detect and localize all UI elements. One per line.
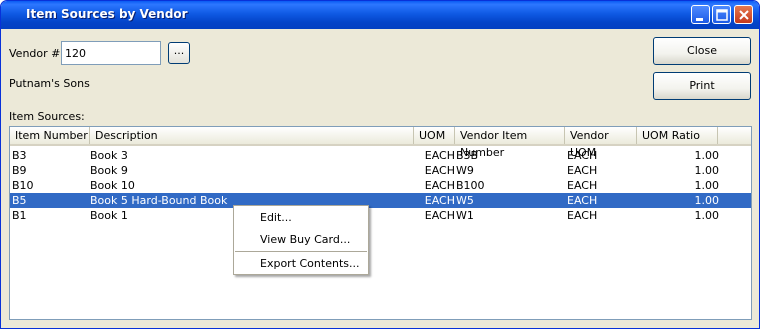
cell-uom-ratio: 1.00	[694, 164, 720, 177]
column-header-description[interactable]: Description	[90, 127, 414, 144]
cell-uom: EACH	[424, 179, 455, 192]
cell-uom: EACH	[424, 194, 455, 207]
cell-uom: EACH	[424, 164, 455, 177]
minimize-button[interactable]	[691, 5, 710, 24]
column-header-uom[interactable]: UOM	[414, 127, 455, 144]
cell-description: Book 10	[90, 179, 135, 192]
menu-separator	[235, 251, 367, 252]
close-button[interactable]: Close	[653, 37, 751, 65]
cell-description: Book 3	[90, 149, 128, 162]
table-row[interactable]: B9 Book 9 EACH W9 EACH 1.00	[10, 163, 751, 178]
table-row[interactable]: B10 Book 10 EACH B100 EACH 1.00	[10, 178, 751, 193]
cell-uom-ratio: 1.00	[694, 149, 720, 162]
cell-uom-ratio: 1.00	[694, 194, 720, 207]
cell-vendor-uom: EACH	[567, 209, 598, 222]
close-window-button[interactable]	[734, 5, 753, 24]
cell-item-number: B5	[12, 194, 27, 207]
table-row[interactable]: B5 Book 5 Hard-Bound Book EACH W5 EACH 1.00	[10, 193, 751, 208]
cell-uom: EACH	[424, 209, 455, 222]
table-row[interactable]: B1 Book 1 EACH W1 EACH 1.00	[10, 208, 751, 223]
cell-vendor-uom: EACH	[567, 179, 598, 192]
column-header-vendor-uom[interactable]: Vendor UOM	[565, 127, 637, 159]
table-row[interactable]: B3 Book 3 EACH B3B EACH 1.00	[10, 148, 751, 163]
cell-vendor-uom: EACH	[567, 164, 598, 177]
cell-vendor-item-number: W9	[456, 164, 474, 177]
cell-vendor-uom: EACH	[567, 194, 598, 207]
menu-item-export-contents[interactable]: Export Contents...	[234, 254, 368, 274]
column-header-uom-ratio[interactable]: UOM Ratio	[637, 127, 718, 144]
cell-vendor-item-number: W1	[456, 209, 474, 222]
cell-item-number: B1	[12, 209, 27, 222]
item-sources-window: Item Sources by Vendor Vendor #: ... Put…	[0, 0, 760, 329]
cell-item-number: B9	[12, 164, 27, 177]
cell-item-number: B10	[12, 179, 34, 192]
vendor-label: Vendor #:	[9, 47, 65, 60]
column-header-vendor-item-number[interactable]: Vendor Item Number	[455, 127, 565, 159]
vendor-name: Putnam's Sons	[9, 77, 90, 90]
close-icon	[739, 10, 749, 20]
print-button[interactable]: Print	[653, 72, 751, 100]
maximize-icon	[716, 9, 728, 21]
minimize-icon	[696, 18, 703, 21]
cell-item-number: B3	[12, 149, 27, 162]
vendor-lookup-button[interactable]: ...	[168, 42, 190, 64]
title-bar[interactable]: Item Sources by Vendor	[1, 1, 759, 29]
maximize-button[interactable]	[712, 5, 731, 24]
cell-uom-ratio: 1.00	[694, 179, 720, 192]
cell-vendor-item-number: B3B	[456, 149, 479, 162]
item-sources-list[interactable]: Item Number Description UOM Vendor Item …	[9, 126, 752, 320]
menu-item-edit[interactable]: Edit...	[234, 208, 368, 228]
column-header-item-number[interactable]: Item Number	[10, 127, 90, 144]
window-title: Item Sources by Vendor	[26, 7, 188, 21]
cell-vendor-uom: EACH	[567, 149, 598, 162]
list-header: Item Number Description UOM Vendor Item …	[10, 127, 751, 159]
cell-vendor-item-number: B100	[456, 179, 485, 192]
cell-description: Book 9	[90, 164, 128, 177]
context-menu: Edit... View Buy Card... Export Contents…	[233, 205, 369, 275]
cell-uom: EACH	[424, 149, 455, 162]
item-sources-label: Item Sources:	[9, 110, 85, 123]
vendor-number-input[interactable]	[61, 41, 161, 65]
cell-vendor-item-number: W5	[456, 194, 474, 207]
cell-uom-ratio: 1.00	[694, 209, 720, 222]
menu-item-view-buy-card[interactable]: View Buy Card...	[234, 230, 368, 250]
